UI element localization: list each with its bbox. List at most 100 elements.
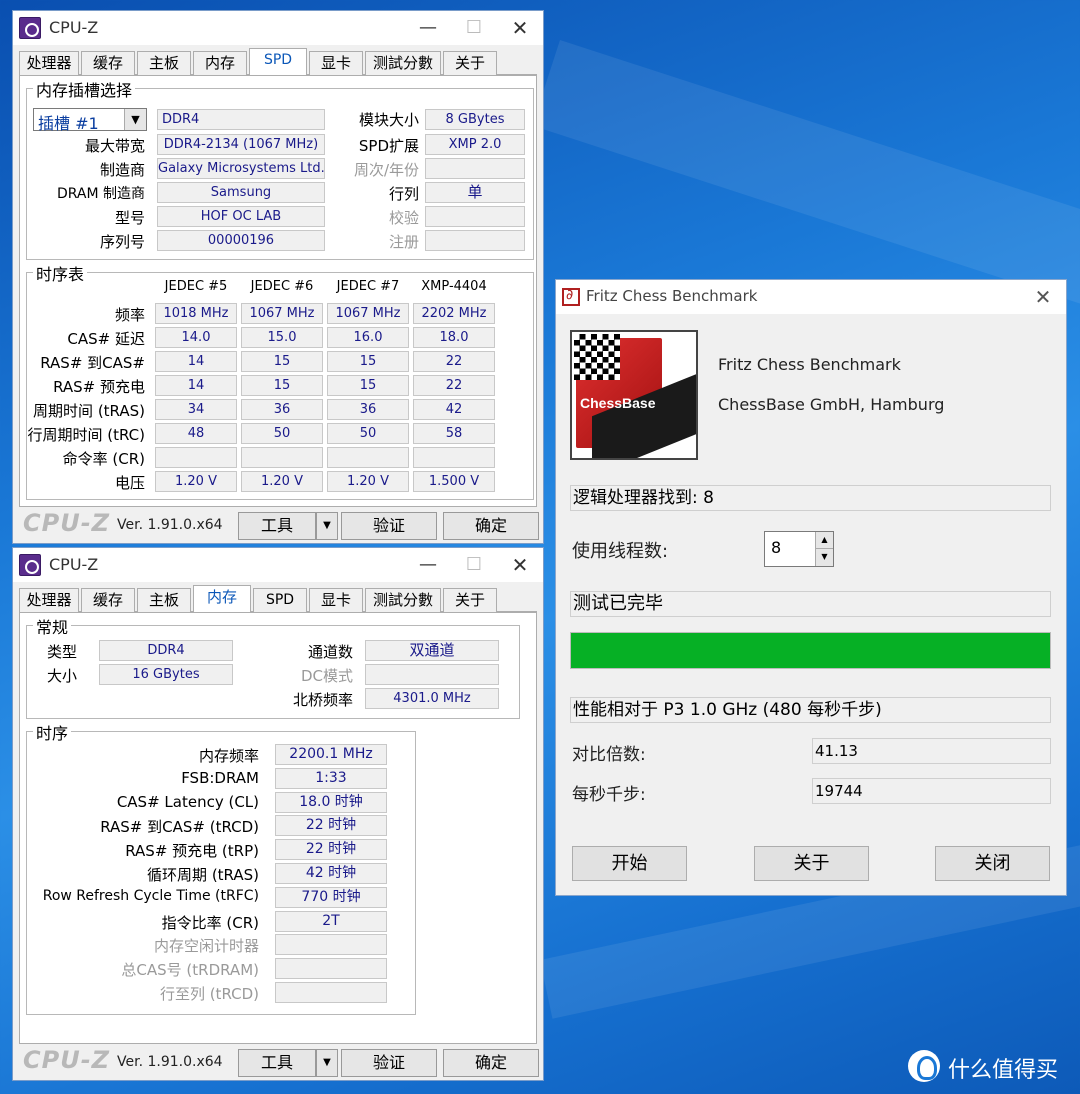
relative-performance: 性能相对于 P3 1.0 GHz (480 每秒千步) [570, 697, 1051, 723]
minimize-icon[interactable]: — [405, 548, 451, 582]
tab-mainboard[interactable]: 主板 [137, 51, 191, 75]
general-title: 常规 [33, 614, 72, 638]
module-size: 8 GBytes [425, 109, 525, 130]
timing-cell: 15 [327, 375, 409, 396]
cpuz-logo: CPU-Z [23, 509, 111, 537]
spin-down-icon[interactable]: ▼ [815, 549, 833, 566]
timing-row-label: RAS# 预充电 [53, 378, 145, 396]
timings-table-title: 时序表 [33, 261, 88, 285]
timing-column-header: JEDEC #7 [336, 279, 400, 294]
timing-cell: 1018 MHz [155, 303, 237, 324]
memory-timing-label: FSB:DRAM [181, 768, 259, 787]
tab-graphics[interactable]: 显卡 [309, 51, 363, 75]
title-bar[interactable]: CPU-Z — ☐ ✕ [13, 11, 543, 45]
tab-spd[interactable]: SPD [253, 588, 307, 612]
timing-cell: 22 [413, 375, 495, 396]
threads-value[interactable]: 8 [771, 538, 781, 557]
title-bar[interactable]: CPU-Z — ☐ ✕ [13, 548, 543, 582]
memory-timing-label: 指令比率 (CR) [161, 913, 259, 932]
verify-button[interactable]: 验证 [341, 1049, 437, 1077]
minimize-icon[interactable]: — [405, 11, 451, 45]
timing-column-header: XMP-4404 [421, 279, 487, 294]
tab-cache[interactable]: 缓存 [81, 51, 135, 75]
timing-cell: 15 [241, 375, 323, 396]
timing-cell [241, 447, 323, 468]
memory-timing-label: 内存频率 [198, 747, 259, 765]
ranks: 单 [425, 182, 525, 203]
timing-cell [155, 447, 237, 468]
chessboard-icon [574, 334, 620, 380]
cpuz-memory-window: CPU-Z — ☐ ✕ 处理器 缓存 主板 内存 SPD 显卡 测試分數 关于 … [12, 547, 544, 1081]
registered-label: 注册 [388, 233, 419, 251]
close-icon[interactable]: ✕ [1020, 280, 1066, 314]
tab-about[interactable]: 关于 [443, 588, 497, 612]
tab-spd[interactable]: SPD [249, 48, 307, 76]
tab-about[interactable]: 关于 [443, 51, 497, 75]
timing-cell: 48 [155, 423, 237, 444]
memory-timing-value: 2T [275, 910, 387, 932]
verify-button[interactable]: 验证 [341, 512, 437, 540]
timing-cell: 2202 MHz [413, 303, 495, 324]
tab-bench[interactable]: 测試分數 [365, 588, 441, 612]
timing-cell: 16.0 [327, 327, 409, 348]
threads-stepper[interactable]: 8 ▲ ▼ [764, 531, 834, 567]
spd-panel: 内存插槽选择 插槽 #1 ▼ DDR4 模块大小 8 GBytes 最大带宽 D… [19, 75, 537, 507]
logo-text: ChessBase [580, 395, 656, 411]
memory-timing-label: 内存空闲计时器 [153, 937, 259, 956]
tab-memory[interactable]: 内存 [193, 51, 247, 75]
module-type: DDR4 [157, 109, 325, 130]
tab-mainboard[interactable]: 主板 [137, 588, 191, 612]
tools-button[interactable]: 工具 [238, 512, 316, 540]
tab-processor[interactable]: 处理器 [19, 51, 79, 75]
timing-column-header: JEDEC #5 [164, 279, 228, 294]
maximize-icon[interactable]: ☐ [451, 548, 497, 582]
timing-row-label: 频率 [114, 306, 145, 324]
memory-timing-label: Row Refresh Cycle Time (tRFC) [42, 887, 259, 904]
memory-timing-value [275, 958, 387, 980]
close-button[interactable]: 关闭 [935, 846, 1050, 881]
tab-processor[interactable]: 处理器 [19, 588, 79, 612]
close-icon[interactable]: ✕ [497, 548, 543, 582]
start-button[interactable]: 开始 [572, 846, 687, 881]
week-year-label: 周次/年份 [353, 161, 419, 179]
knps-label: 每秒千步: [572, 785, 646, 805]
chevron-down-icon[interactable]: ▼ [124, 109, 146, 130]
dc-mode [365, 664, 499, 685]
timing-row-label: RAS# 到CAS# [40, 354, 145, 372]
tab-cache[interactable]: 缓存 [81, 588, 135, 612]
tools-dropdown-icon[interactable]: ▼ [316, 512, 338, 540]
maximize-icon[interactable]: ☐ [451, 11, 497, 45]
timing-cell: 18.0 [413, 327, 495, 348]
ok-button[interactable]: 确定 [443, 1049, 539, 1077]
tab-memory[interactable]: 内存 [193, 585, 251, 613]
tab-bench[interactable]: 测試分數 [365, 51, 441, 75]
about-button[interactable]: 关于 [754, 846, 869, 881]
timing-row-label: CAS# 延迟 [67, 330, 145, 348]
size-label: 大小 [46, 667, 77, 685]
timing-row-label: 行周期时间 (tRC) [27, 426, 145, 444]
spin-up-icon[interactable]: ▲ [815, 532, 833, 549]
ok-button[interactable]: 确定 [443, 512, 539, 540]
channels-label: 通道数 [307, 643, 353, 661]
slot-select[interactable]: 插槽 #1 ▼ [33, 108, 147, 133]
smzdm-logo-icon [908, 1050, 940, 1082]
ratio-value: 41.13 [812, 738, 1051, 764]
dc-mode-label: DC模式 [300, 667, 353, 685]
title-bar[interactable]: Fritz Chess Benchmark ✕ [556, 280, 1066, 314]
tab-graphics[interactable]: 显卡 [309, 588, 363, 612]
memory-timing-label: CAS# Latency (CL) [116, 792, 259, 811]
registered [425, 230, 525, 251]
tools-button[interactable]: 工具 [238, 1049, 316, 1077]
spd-ext-label: SPD扩展 [358, 137, 419, 155]
part-label: 型号 [114, 209, 145, 227]
memory-timing-value: 22 时钟 [275, 815, 387, 837]
timing-cell: 14 [155, 375, 237, 396]
general-group: 常规 类型 DDR4 通道数 双通道 大小 16 GBytes DC模式 北桥频… [26, 614, 520, 719]
memory-timing-label: 行至列 (tRCD) [159, 985, 259, 1003]
knps-value: 19744 [812, 778, 1051, 804]
memory-timing-value: 770 时钟 [275, 886, 387, 908]
tools-dropdown-icon[interactable]: ▼ [316, 1049, 338, 1077]
timing-cell: 1.20 V [327, 471, 409, 492]
timing-column-header: JEDEC #6 [250, 279, 314, 294]
close-icon[interactable]: ✕ [497, 11, 543, 45]
